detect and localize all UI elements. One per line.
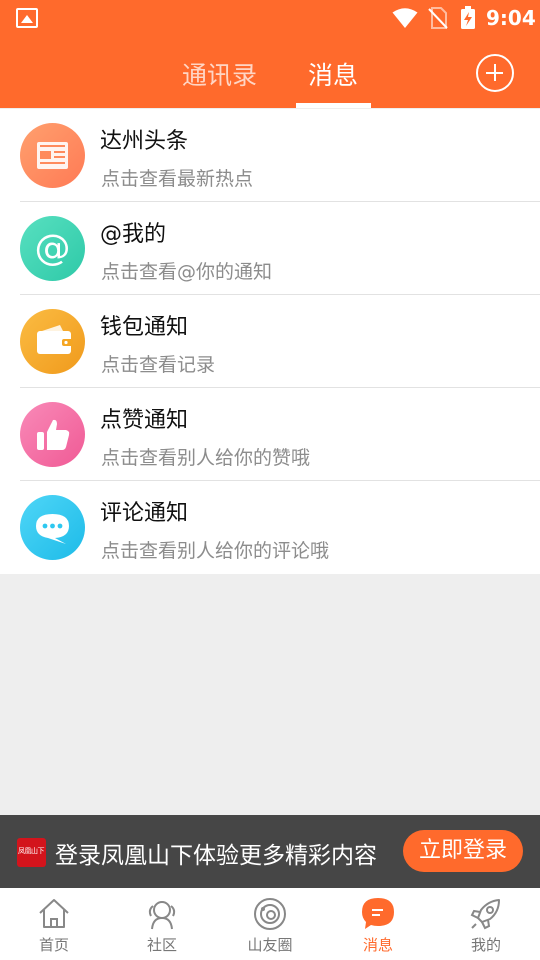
item-subtitle: 点击查看@你的通知 — [101, 261, 273, 283]
message-icon — [362, 898, 394, 929]
logo-text: 凤凰山下 — [18, 847, 45, 855]
community-icon — [148, 901, 176, 930]
nav-messages[interactable]: 消息 — [324, 888, 432, 960]
app-logo: 凤凰山下 — [17, 838, 46, 867]
at-icon: @ — [20, 216, 85, 281]
clock-time: 9:04 — [486, 6, 536, 30]
tab-messages[interactable]: 消息 — [308, 56, 358, 92]
item-subtitle: 点击查看别人给你的评论哦 — [101, 540, 330, 562]
list-item-headlines[interactable]: 达州头条 点击查看最新热点 — [0, 109, 540, 202]
item-subtitle: 点击查看最新热点 — [101, 168, 254, 190]
nav-label: 首页 — [38, 936, 69, 954]
header-tabs: 通讯录 消息 — [0, 36, 540, 108]
list-item-comments[interactable]: 评论通知 点击查看别人给你的评论哦 — [0, 481, 540, 574]
comment-icon — [20, 495, 85, 560]
item-title: @我的 — [100, 222, 167, 247]
item-title: 达州头条 — [100, 129, 189, 154]
item-subtitle: 点击查看记录 — [101, 354, 216, 376]
nav-community[interactable]: 社区 — [108, 888, 216, 960]
tab-contacts[interactable]: 通讯录 — [182, 56, 257, 92]
image-icon — [16, 8, 38, 28]
plus-circle-icon[interactable] — [476, 54, 514, 92]
login-prompt-text: 登录凤凰山下体验更多精彩内容 — [55, 843, 377, 869]
no-sim-icon — [428, 7, 448, 29]
friends-circle-icon — [254, 898, 286, 930]
status-bar: 9:04 — [0, 0, 540, 36]
nav-label: 社区 — [146, 936, 177, 954]
login-button[interactable]: 立即登录 — [403, 830, 523, 872]
list-item-wallet[interactable]: 钱包通知 点击查看记录 — [0, 295, 540, 388]
svg-text:@: @ — [35, 228, 71, 269]
item-title: 点赞通知 — [100, 408, 189, 433]
nav-label: 我的 — [470, 936, 501, 954]
list-item-mentions[interactable]: @ @我的 点击查看@你的通知 — [0, 202, 540, 295]
newspaper-icon — [20, 123, 85, 188]
item-title: 钱包通知 — [100, 315, 189, 340]
nav-label: 消息 — [362, 936, 393, 954]
list-item-likes[interactable]: 点赞通知 点击查看别人给你的赞哦 — [0, 388, 540, 481]
active-tab-indicator — [296, 103, 371, 108]
item-title: 评论通知 — [100, 501, 189, 526]
wifi-icon — [392, 8, 418, 28]
app-header: 9:04 通讯录 消息 — [0, 0, 540, 108]
battery-charging-icon — [461, 6, 475, 29]
wallet-icon — [20, 309, 85, 374]
nav-friends-circle[interactable]: 山友圈 — [216, 888, 324, 960]
message-list: 达州头条 点击查看最新热点 @ @我的 点击查看@你的通知 钱包通知 点击查看记… — [0, 109, 540, 574]
nav-home[interactable]: 首页 — [0, 888, 108, 960]
nav-label: 山友圈 — [247, 936, 293, 954]
thumbs-up-icon — [20, 402, 85, 467]
login-banner: 凤凰山下 登录凤凰山下体验更多精彩内容 立即登录 — [0, 815, 540, 888]
home-icon — [39, 899, 69, 928]
item-subtitle: 点击查看别人给你的赞哦 — [101, 447, 311, 469]
rocket-icon — [470, 899, 500, 930]
bottom-nav: 首页 社区 山友圈 消息 我的 — [0, 888, 540, 960]
nav-profile[interactable]: 我的 — [432, 888, 540, 960]
